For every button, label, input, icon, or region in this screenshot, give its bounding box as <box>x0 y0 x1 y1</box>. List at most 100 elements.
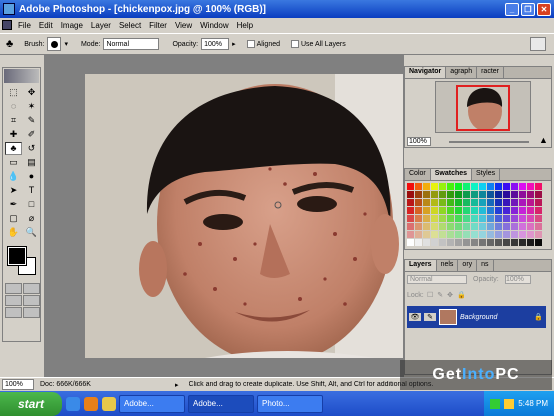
swatch[interactable] <box>535 191 542 198</box>
swatch[interactable] <box>423 231 430 238</box>
swatch[interactable] <box>423 239 430 246</box>
tab-swatches[interactable]: Swatches <box>430 169 473 180</box>
screen-mode-full-button[interactable] <box>5 307 22 318</box>
swatch[interactable] <box>431 191 438 198</box>
swatch[interactable] <box>447 215 454 222</box>
swatch[interactable] <box>479 191 486 198</box>
swatch[interactable] <box>423 215 430 222</box>
eraser-tool-icon[interactable]: ▭ <box>5 156 22 169</box>
layer-blend-mode-select[interactable]: Normal <box>407 275 467 284</box>
clone-stamp-tool-icon[interactable]: ♣ <box>6 38 13 50</box>
chevron-down-icon[interactable]: ▾ <box>64 40 68 48</box>
swatch[interactable] <box>431 199 438 206</box>
lock-icons[interactable]: ☐✎✥🔒 <box>427 291 470 299</box>
swatch[interactable] <box>407 199 414 206</box>
swatch[interactable] <box>463 239 470 246</box>
brush-preset-picker[interactable] <box>47 37 62 51</box>
jump-to-imageready-button[interactable] <box>23 307 40 318</box>
tab-navigator[interactable]: Navigator <box>405 67 447 78</box>
swatch[interactable] <box>519 223 526 230</box>
swatch[interactable] <box>463 223 470 230</box>
swatch[interactable] <box>479 183 486 190</box>
swatch[interactable] <box>415 191 422 198</box>
tab-history[interactable]: ory <box>458 260 478 271</box>
menu-image[interactable]: Image <box>57 21 87 30</box>
swatch[interactable] <box>439 215 446 222</box>
standard-mode-button[interactable] <box>5 283 22 294</box>
move-tool-icon[interactable]: ✥ <box>23 86 40 99</box>
swatch[interactable] <box>439 191 446 198</box>
document-image[interactable] <box>85 74 403 358</box>
swatch[interactable] <box>455 199 462 206</box>
aligned-checkbox[interactable]: Aligned <box>246 40 280 48</box>
firefox-icon[interactable] <box>84 396 98 411</box>
zoom-slider[interactable] <box>449 141 529 143</box>
swatch[interactable] <box>471 239 478 246</box>
swatch[interactable] <box>471 183 478 190</box>
tab-styles[interactable]: Styles <box>472 169 501 180</box>
tab-channels[interactable]: nels <box>437 260 459 271</box>
screen-mode-standard-button[interactable] <box>5 295 22 306</box>
swatch[interactable] <box>527 183 534 190</box>
explorer-icon[interactable] <box>102 396 116 411</box>
swatch[interactable] <box>415 207 422 214</box>
use-all-layers-checkbox[interactable]: Use All Layers <box>291 40 346 48</box>
swatch[interactable] <box>511 191 518 198</box>
tab-layers[interactable]: Layers <box>405 260 437 271</box>
swatch[interactable] <box>527 215 534 222</box>
swatch[interactable] <box>455 231 462 238</box>
swatch[interactable] <box>535 239 542 246</box>
crop-tool-icon[interactable]: ⌗ <box>5 114 22 127</box>
path-selection-tool-icon[interactable]: ➤ <box>5 184 22 197</box>
swatch[interactable] <box>511 215 518 222</box>
swatch[interactable] <box>463 191 470 198</box>
zoom-in-icon[interactable]: ▲ <box>539 135 548 145</box>
swatch[interactable] <box>439 239 446 246</box>
swatch[interactable] <box>415 215 422 222</box>
swatch[interactable] <box>511 223 518 230</box>
restore-icon[interactable]: ❐ <box>521 2 535 16</box>
swatch[interactable] <box>519 239 526 246</box>
aligned-checkbox-box[interactable] <box>246 40 255 48</box>
swatch[interactable] <box>407 207 414 214</box>
swatch[interactable] <box>423 223 430 230</box>
menu-help[interactable]: Help <box>233 21 257 30</box>
swatch[interactable] <box>471 223 478 230</box>
navigator-view-box[interactable] <box>456 85 510 131</box>
mode-select[interactable]: Normal <box>103 38 160 50</box>
swatch[interactable] <box>447 239 454 246</box>
swatch[interactable] <box>455 207 462 214</box>
foreground-color-swatch[interactable] <box>7 246 27 266</box>
swatch[interactable] <box>511 231 518 238</box>
swatch[interactable] <box>535 183 542 190</box>
swatch[interactable] <box>431 231 438 238</box>
menu-view[interactable]: View <box>171 21 196 30</box>
swatch[interactable] <box>423 199 430 206</box>
swatch[interactable] <box>535 207 542 214</box>
swatch[interactable] <box>415 239 422 246</box>
swatch[interactable] <box>479 223 486 230</box>
gradient-tool-icon[interactable]: ▤ <box>23 156 40 169</box>
lasso-tool-icon[interactable]: ◌ <box>5 100 22 113</box>
swatch[interactable] <box>535 231 542 238</box>
swatch[interactable] <box>431 239 438 246</box>
swatch[interactable] <box>487 215 494 222</box>
swatch[interactable] <box>447 191 454 198</box>
tab-character[interactable]: racter <box>477 67 504 78</box>
swatch[interactable] <box>503 231 510 238</box>
screen-mode-full-menu-button[interactable] <box>23 295 40 306</box>
swatch[interactable] <box>511 239 518 246</box>
shape-tool-icon[interactable]: □ <box>23 198 40 211</box>
swatch[interactable] <box>407 215 414 222</box>
swatch[interactable] <box>415 199 422 206</box>
swatch[interactable] <box>503 239 510 246</box>
menu-layer[interactable]: Layer <box>87 21 115 30</box>
swatch[interactable] <box>431 215 438 222</box>
swatch[interactable] <box>455 223 462 230</box>
swatch[interactable] <box>415 231 422 238</box>
quick-mask-mode-button[interactable] <box>23 283 40 294</box>
ie-icon[interactable] <box>66 396 80 411</box>
swatch[interactable] <box>455 215 462 222</box>
dodge-tool-icon[interactable]: ● <box>23 170 40 183</box>
swatch[interactable] <box>519 191 526 198</box>
